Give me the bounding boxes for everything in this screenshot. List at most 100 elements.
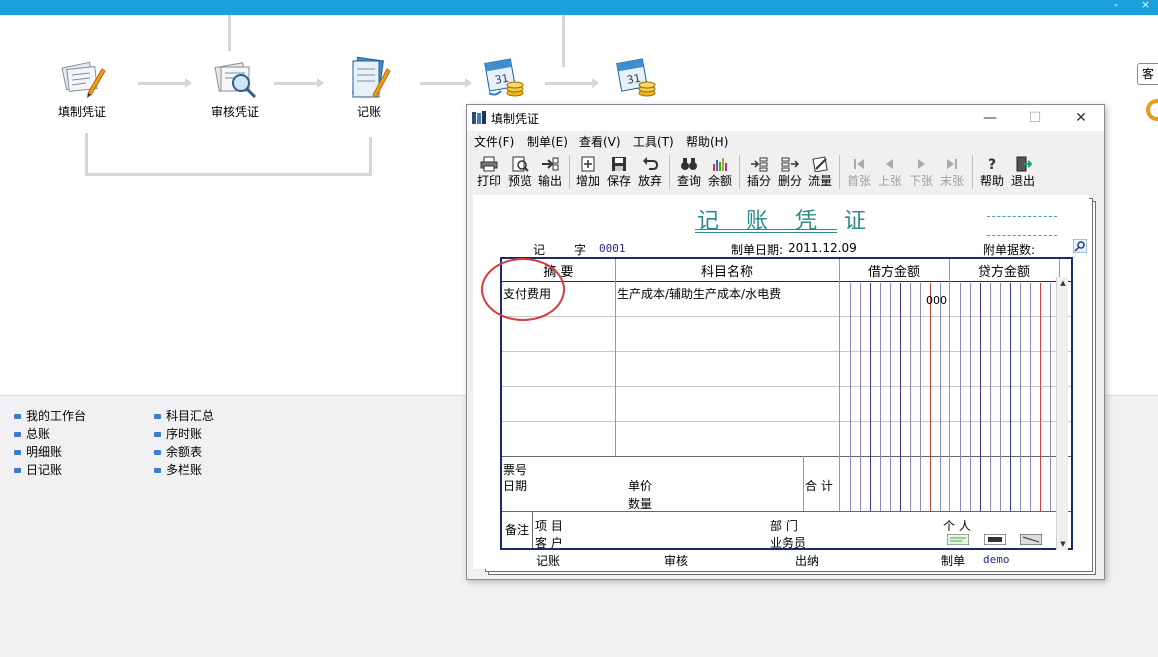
flow-node-review-voucher[interactable]: 审核凭证 [190,55,280,120]
card-icon[interactable] [947,534,969,545]
exit-button[interactable]: 退出 [1008,153,1038,191]
toolbar-label: 上张 [877,174,902,188]
help-button[interactable]: ? 帮助 [977,153,1007,191]
flow-node-fill-voucher[interactable]: 填制凭证 [37,55,127,120]
flow-node-period-close[interactable]: 31 [458,55,548,103]
flow-node-label: 记账 [356,105,381,119]
bullet-icon [154,432,161,437]
insert-entry-button[interactable]: 插分 [744,153,774,191]
bullet-icon [14,468,21,473]
prev-icon [886,159,893,169]
link-label: 我的工作台 [26,409,87,423]
app-top-bar: - × [0,0,1158,15]
delete-entry-button[interactable]: 删分 [775,153,805,191]
binoculars-icon [681,158,697,170]
dashed-rule [987,235,1057,236]
bullet-icon [154,450,161,455]
date-value[interactable]: 2011.12.09 [788,241,857,255]
link-label: 日记账 [26,463,63,477]
toolbar-label: 下张 [908,174,933,188]
delete-row-icon [781,157,799,172]
next-voucher-button[interactable]: 下张 [906,153,936,191]
link-detail-ledger[interactable]: 明细账 [14,443,86,461]
link-label: 明细账 [26,445,63,459]
link-my-workbench[interactable]: 我的工作台 [14,407,86,425]
menu-file[interactable]: 文件(F) [474,133,514,150]
add-icon [581,156,595,172]
fill-voucher-dialog: 填制凭证 — ☐ ✕ 文件(F) 制单(E) 查看(V) 工具(T) 帮助(H)… [466,104,1105,580]
minimize-icon[interactable]: - [1114,0,1118,10]
voucher-entry-table: 摘 要 科目名称 借方金额 贷方金额 支付费用 生产成本/辅助生产成本/水电费 … [500,257,1073,550]
minimize-button[interactable]: — [970,107,1010,129]
dialog-title-bar[interactable]: 填制凭证 — ☐ ✕ [467,105,1104,131]
toolbar-label: 帮助 [979,174,1004,188]
preview-button[interactable]: 预览 [505,153,535,191]
export-button[interactable]: 输出 [535,153,565,191]
bullet-icon [154,468,161,473]
dialog-toolbar: 打印 预览 输出 增加 保存 放弃 查询 余额 插分 删分 流量 首张 上张 下… [472,153,1072,193]
header-account: 科目名称 [700,265,753,280]
link-multicolumn-ledger[interactable]: 多栏账 [154,461,214,479]
quantity-label: 数量 [628,497,653,511]
export-icon [542,157,559,171]
entry-account-cell[interactable]: 生产成本/辅助生产成本/水电费 [617,285,781,302]
voucher-type-ji: 记 [533,243,546,257]
scroll-up-icon[interactable]: ▲ [1058,277,1068,289]
menu-voucher[interactable]: 制单(E) [527,133,568,150]
header-debit: 借方金额 [867,265,920,280]
search-icon[interactable] [1073,239,1087,253]
flow-node-post-ledger[interactable]: 记账 [324,55,414,120]
flow-node-period-end[interactable]: 31 [590,55,680,103]
ticket-icon[interactable] [984,534,1006,545]
last-voucher-button[interactable]: 末张 [937,153,967,191]
cashflow-button[interactable]: 流量 [805,153,835,191]
first-icon [854,159,864,169]
toolbar-label: 查询 [676,174,701,188]
voucher-number[interactable]: 0001 [599,242,626,255]
voucher-title: 记 账 凭 证 [697,209,876,234]
link-account-summary[interactable]: 科目汇总 [154,407,214,425]
toolbar-label: 保存 [606,174,631,188]
voucher-paper: 记 账 凭 证 记 字 0001 制单日期: 2011.12.09 附单据数: [473,195,1089,569]
balance-button[interactable]: 余额 [705,153,735,191]
save-button[interactable]: 保存 [604,153,634,191]
ticket-date-label: 日期 [503,479,528,493]
save-icon [612,157,626,171]
add-button[interactable]: 增加 [573,153,603,191]
menu-view[interactable]: 查看(V) [579,133,621,150]
query-button[interactable]: 查询 [674,153,704,191]
close-icon[interactable]: × [1141,0,1150,10]
scroll-down-icon[interactable]: ▼ [1058,538,1068,550]
toolbar-label: 预览 [507,174,532,188]
ticket-no-label: 票号 [503,463,528,477]
remark-label: 备注 [505,523,530,537]
flow-arrow [138,78,192,88]
link-balance-sheet[interactable]: 余额表 [154,443,214,461]
calculator-icon[interactable] [1020,534,1042,545]
maker-name: demo [983,553,1010,566]
discard-button[interactable]: 放弃 [635,153,665,191]
flow-connector [369,137,372,175]
close-button[interactable]: ✕ [1061,107,1101,129]
menu-tools[interactable]: 工具(T) [633,133,674,150]
attachments-label: 附单据数: [983,243,1036,257]
side-edge-button[interactable]: 客 [1137,63,1158,85]
link-general-ledger[interactable]: 总账 [14,425,86,443]
svg-text:?: ? [988,157,996,172]
menu-help[interactable]: 帮助(H) [686,133,728,150]
prev-voucher-button[interactable]: 上张 [875,153,905,191]
maximize-button[interactable]: ☐ [1015,107,1055,129]
review-signature-label: 审核 [664,554,689,568]
shortcut-links-col2: 科目汇总 序时账 余额表 多栏账 [154,407,214,479]
bullet-icon [14,414,21,419]
preview-icon [512,156,529,172]
col-divider [532,511,533,548]
maker-signature-label: 制单 [941,554,966,568]
first-voucher-button[interactable]: 首张 [844,153,874,191]
vertical-scrollbar[interactable]: ▲ ▼ [1056,277,1068,550]
toolbar-label: 流量 [807,174,832,188]
link-journal[interactable]: 日记账 [14,461,86,479]
entry-debit-cell[interactable]: 000 [926,294,947,307]
print-button[interactable]: 打印 [474,153,504,191]
link-chronological-ledger[interactable]: 序时账 [154,425,214,443]
